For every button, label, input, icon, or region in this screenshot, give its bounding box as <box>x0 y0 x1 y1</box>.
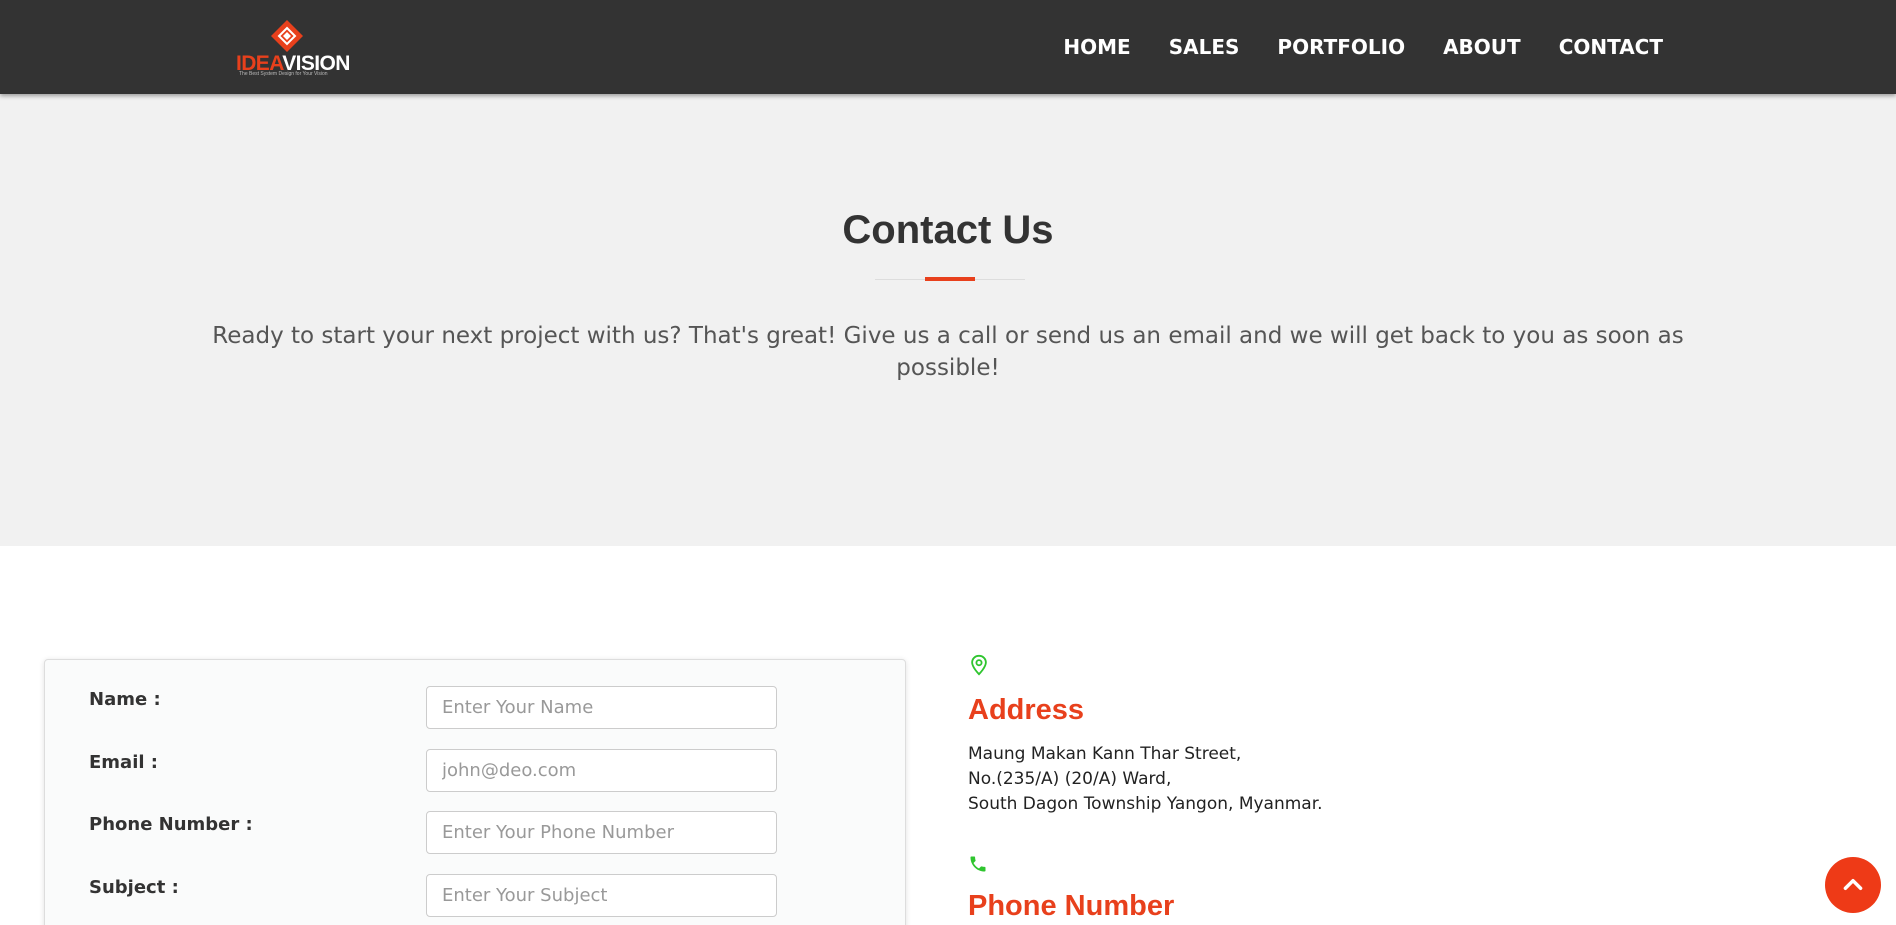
phone-input[interactable] <box>426 811 777 854</box>
contact-form: Name : Email : Phone Number : Subject : <box>44 659 906 925</box>
name-label: Name : <box>89 689 161 710</box>
hero-description: Ready to start your next project with us… <box>212 323 1684 381</box>
phone-label: Phone Number : <box>89 814 253 835</box>
nav-sales[interactable]: SALES <box>1169 35 1240 59</box>
address-line-1: Maung Makan Kann Thar Street, <box>968 744 1242 764</box>
subject-label: Subject : <box>89 877 179 898</box>
nav-contact[interactable]: CONTACT <box>1559 35 1663 59</box>
brand-tagline: The Best System Design for Your Vision <box>239 71 328 77</box>
name-input[interactable] <box>426 686 777 729</box>
nav-portfolio[interactable]: PORTFOLIO <box>1277 35 1405 59</box>
form-row-name: Name : <box>89 686 849 730</box>
phone-icon <box>970 856 986 872</box>
address-line-3: South Dagon Township Yangon, Myanmar. <box>968 794 1323 814</box>
title-divider-accent <box>925 277 975 281</box>
logo-diamond-icon <box>271 20 303 52</box>
email-input[interactable] <box>426 749 777 792</box>
scroll-to-top-button[interactable] <box>1825 857 1881 913</box>
navbar: IDEAVISION The Best System Design for Yo… <box>0 0 1896 94</box>
contact-hero: Contact Us Ready to start your next proj… <box>0 94 1896 546</box>
address-heading: Address <box>968 694 1085 726</box>
page-title: Contact Us <box>842 208 1054 252</box>
chevron-up-icon <box>1843 878 1863 890</box>
map-pin-icon <box>971 654 987 676</box>
address-line-2: No.(235/A) (20/A) Ward, <box>968 769 1172 789</box>
brand-logo[interactable]: IDEAVISION The Best System Design for Yo… <box>236 18 350 78</box>
form-row-email: Email : <box>89 749 849 793</box>
form-row-phone: Phone Number : <box>89 811 849 855</box>
nav-about[interactable]: ABOUT <box>1443 35 1521 59</box>
form-row-subject: Subject : <box>89 874 849 918</box>
subject-input[interactable] <box>426 874 777 917</box>
main-nav: HOME SALES PORTFOLIO ABOUT CONTACT <box>1063 0 1663 94</box>
phone-heading: Phone Number <box>968 890 1175 922</box>
nav-home[interactable]: HOME <box>1063 35 1130 59</box>
email-label: Email : <box>89 752 159 773</box>
